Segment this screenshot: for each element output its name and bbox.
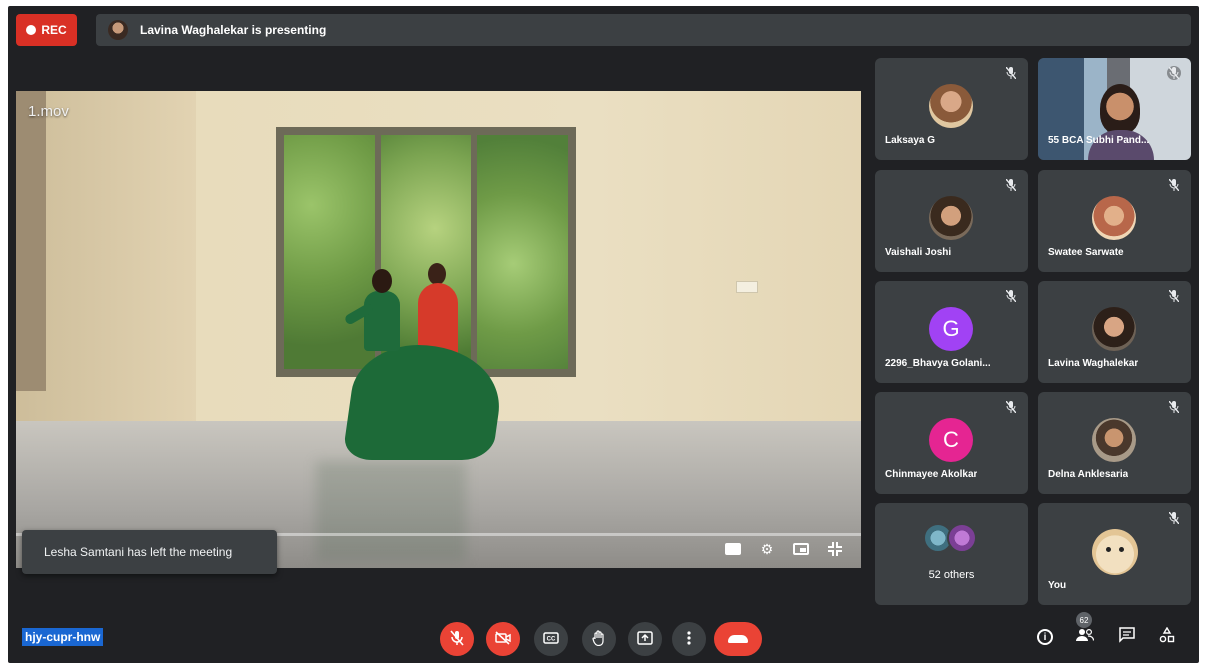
activities-button[interactable]	[1154, 624, 1180, 650]
picture-in-picture-icon[interactable]	[793, 543, 809, 555]
presentation-view[interactable]: 1.mov ⚙	[16, 91, 861, 568]
presenting-banner: Lavina Waghalekar is presenting	[96, 14, 1191, 46]
self-tile[interactable]: You	[1038, 503, 1191, 605]
captions-icon: CC	[543, 631, 559, 647]
mic-off-icon	[450, 629, 464, 649]
participant-tile[interactable]: Laksaya G	[875, 58, 1028, 160]
record-dot-icon	[26, 25, 37, 35]
end-call-button[interactable]	[714, 622, 762, 656]
captions-button[interactable]: CC	[534, 622, 568, 656]
camera-face	[1100, 84, 1140, 134]
meeting-details-button[interactable]: i	[1032, 624, 1058, 650]
raise-hand-button[interactable]	[582, 622, 616, 656]
meeting-code[interactable]: hjy-cupr-hnw	[22, 628, 104, 646]
exit-fullscreen-icon[interactable]	[827, 541, 843, 557]
video-file-name: 1.mov	[28, 103, 69, 120]
captions-icon[interactable]	[725, 543, 741, 555]
participant-name: Delna Anklesaria	[1048, 469, 1129, 480]
end-call-icon	[728, 635, 748, 643]
participant-name: Chinmayee Akolkar	[885, 469, 978, 480]
others-count: 52 others	[928, 569, 975, 581]
participant-name: Vaishali Joshi	[885, 247, 952, 258]
mic-off-icon	[1004, 178, 1018, 192]
participant-name: Lavina Waghalekar	[1048, 358, 1139, 369]
participant-tile[interactable]: Swatee Sarwate	[1038, 170, 1191, 272]
video-controls: ⚙	[725, 541, 843, 557]
avatar	[1092, 529, 1138, 575]
presenter-avatar	[108, 20, 128, 40]
mic-off-icon	[1167, 66, 1181, 80]
activities-icon	[1159, 626, 1175, 648]
avatar	[1092, 418, 1136, 462]
avatar: C	[929, 418, 973, 462]
avatar: G	[929, 307, 973, 351]
mic-off-icon	[1167, 511, 1181, 525]
participant-tile[interactable]: Lavina Waghalekar	[1038, 281, 1191, 383]
mic-off-icon	[1004, 400, 1018, 414]
present-icon	[637, 630, 653, 648]
participant-name: You	[1048, 580, 1067, 591]
scene-floor-reflection	[316, 461, 466, 561]
raise-hand-icon	[592, 629, 606, 649]
mic-off-icon	[1167, 289, 1181, 303]
avatar	[929, 196, 973, 240]
mic-off-icon	[1167, 178, 1181, 192]
participant-name: 55 BCA Subhi Pand...	[1048, 135, 1150, 146]
people-button[interactable]	[1072, 624, 1098, 650]
avatar	[1092, 307, 1136, 351]
info-icon: i	[1037, 629, 1053, 645]
others-avatars	[923, 523, 977, 553]
participant-tile[interactable]: Delna Anklesaria	[1038, 392, 1191, 494]
people-icon	[1076, 628, 1095, 647]
recording-badge[interactable]: REC	[16, 14, 77, 46]
mic-off-icon	[1004, 289, 1018, 303]
mic-toggle-button[interactable]	[440, 622, 474, 656]
mic-off-icon	[1004, 66, 1018, 80]
present-button[interactable]	[628, 622, 662, 656]
recording-label: REC	[41, 23, 67, 37]
participant-tile[interactable]: C Chinmayee Akolkar	[875, 392, 1028, 494]
camera-toggle-button[interactable]	[486, 622, 520, 656]
avatar	[947, 523, 977, 553]
participant-name: Swatee Sarwate	[1048, 247, 1124, 258]
avatar	[929, 84, 973, 128]
dancer-green	[341, 269, 509, 474]
scene-switch	[736, 281, 758, 293]
more-options-button[interactable]	[672, 622, 706, 656]
participant-tile[interactable]: 55 BCA Subhi Pand...	[1038, 58, 1191, 160]
scene-pillar	[16, 91, 46, 391]
svg-text:CC: CC	[547, 637, 556, 643]
participant-name: Laksaya G	[885, 135, 936, 146]
mic-off-icon	[1167, 400, 1181, 414]
participant-name: 2296_Bhavya Golani...	[885, 358, 991, 369]
participant-tile[interactable]: G 2296_Bhavya Golani...	[875, 281, 1028, 383]
participant-tile[interactable]: Vaishali Joshi	[875, 170, 1028, 272]
camera-off-icon	[495, 630, 511, 648]
settings-icon[interactable]: ⚙	[759, 541, 775, 557]
meet-window: REC Lavina Waghalekar is presenting 1.mo…	[8, 6, 1199, 663]
others-tile[interactable]: 52 others	[875, 503, 1028, 605]
avatar	[1092, 196, 1136, 240]
more-options-icon	[687, 630, 691, 648]
chat-icon	[1119, 626, 1135, 648]
presenter-text: Lavina Waghalekar is presenting	[140, 23, 327, 37]
chat-button[interactable]	[1114, 624, 1140, 650]
left-meeting-notification: Lesha Samtani has left the meeting	[22, 530, 277, 574]
